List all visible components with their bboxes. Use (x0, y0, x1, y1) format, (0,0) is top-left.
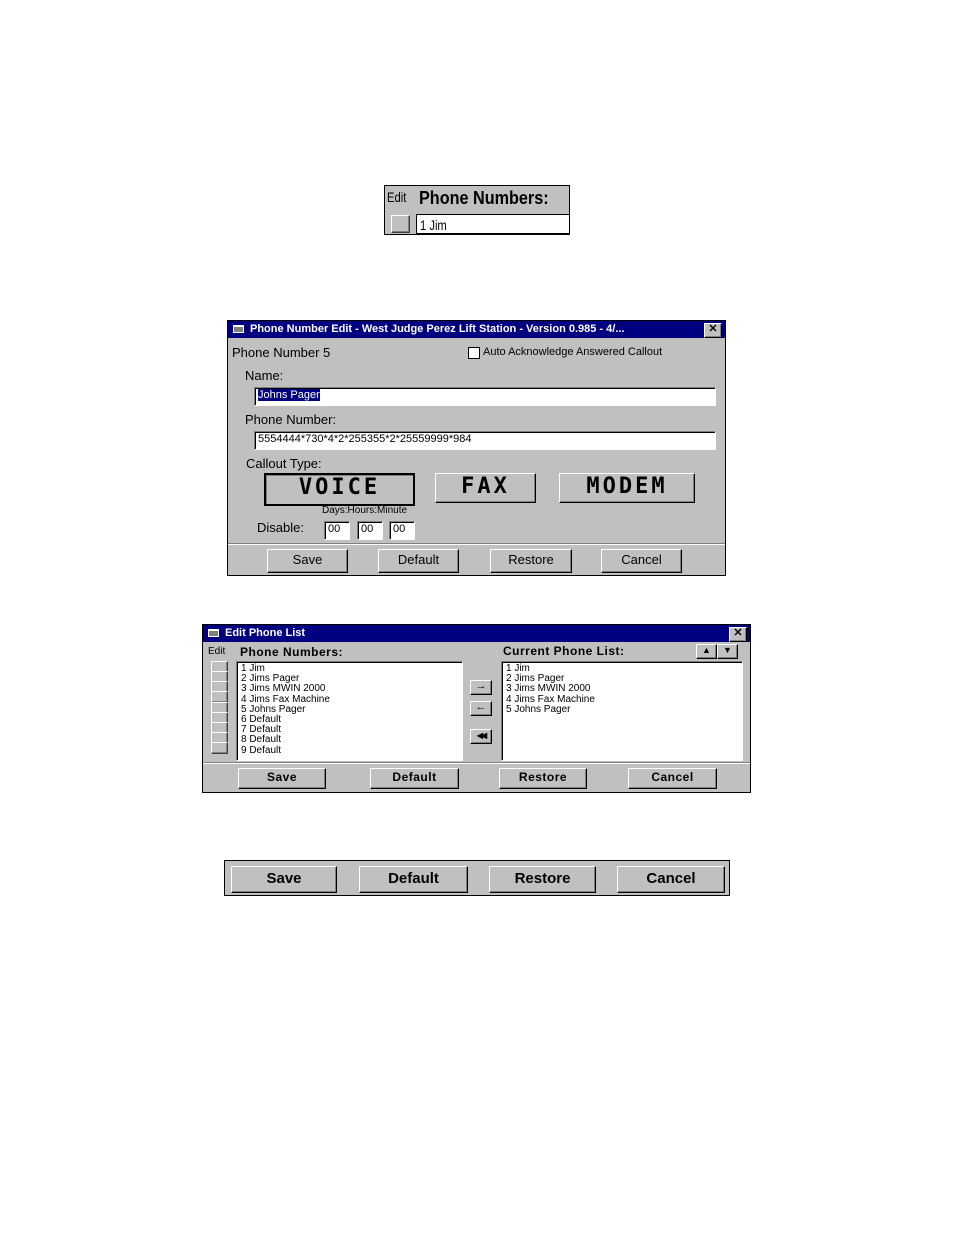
phone-edit-title: Phone Number Edit - West Judge Perez Lif… (250, 323, 625, 335)
save-button[interactable]: Save (231, 866, 337, 893)
phone-list-divider (203, 762, 750, 764)
auto-ack-label: Auto Acknowledge Answered Callout (483, 346, 663, 358)
phone-number-heading: Phone Number 5 (232, 345, 331, 360)
name-label: Name: (245, 368, 284, 383)
modem-callout-button[interactable]: MODEM (559, 473, 695, 503)
list-item[interactable]: 5 Johns Pager (506, 704, 742, 715)
cancel-button[interactable]: Cancel (628, 768, 717, 789)
minutes-field[interactable]: 00 (389, 521, 415, 540)
snippet-list-item-text: 1 Jim (420, 217, 447, 233)
default-button[interactable]: Default (359, 866, 468, 893)
hours-value: 00 (361, 523, 374, 535)
phone-list-titlebar: Edit Phone List (203, 625, 750, 642)
window-icon (208, 629, 219, 637)
phone-value: 5554444*730*4*2*255355*2*25559999*984 (258, 433, 472, 445)
list-item[interactable]: 9 Default (241, 745, 462, 756)
remove-arrow-icon[interactable]: ← (470, 701, 492, 716)
modem-callout-label: MODEM (586, 474, 668, 499)
close-icon[interactable]: ✕ (729, 627, 747, 642)
phone-numbers-list[interactable]: 1 Jim 2 Jims Pager 3 Jims MWIN 2000 4 Ji… (236, 661, 463, 761)
restore-button[interactable]: Restore (489, 866, 596, 893)
name-field[interactable]: Johns Pager (254, 387, 716, 406)
days-field[interactable]: 00 (324, 521, 350, 540)
phone-edit-divider (228, 543, 725, 545)
save-button[interactable]: Save (267, 549, 348, 573)
cancel-button[interactable]: Cancel (617, 866, 725, 893)
disable-label: Disable: (257, 520, 304, 535)
dhm-label: Days:Hours:Minute (322, 505, 408, 516)
window-icon (233, 325, 244, 333)
auto-ack-checkbox[interactable] (468, 347, 480, 359)
phone-numbers-label: Phone Numbers: (240, 645, 344, 659)
default-button[interactable]: Default (378, 549, 459, 573)
move-down-icon[interactable]: ▼ (717, 644, 738, 659)
name-value: Johns Pager (258, 389, 320, 401)
save-button[interactable]: Save (238, 768, 326, 789)
hours-field[interactable]: 00 (357, 521, 383, 540)
restore-button[interactable]: Restore (490, 549, 572, 573)
edit-row-button[interactable] (211, 742, 228, 754)
snippet-heading: Phone Numbers: (419, 188, 549, 208)
restore-button[interactable]: Restore (499, 768, 587, 789)
edit-phone-list-window: Edit Phone List ✕ Edit Phone Numbers: 1 … (202, 624, 751, 793)
callout-type-label: Callout Type: (246, 456, 322, 471)
phone-label: Phone Number: (245, 412, 337, 427)
voice-callout-label: VOICE (298, 475, 381, 500)
close-icon[interactable]: ✕ (704, 323, 722, 338)
phone-field[interactable]: 5554444*730*4*2*255355*2*25559999*984 (254, 431, 716, 450)
current-phone-list[interactable]: 1 Jim 2 Jims Pager 3 Jims MWIN 2000 4 Ji… (501, 661, 743, 761)
default-button[interactable]: Default (370, 768, 459, 789)
button-bar: Save Default Restore Cancel (224, 860, 730, 896)
snippet-list-item[interactable]: 1 Jim (416, 214, 570, 234)
remove-all-icon[interactable]: ◀◀ (470, 729, 492, 744)
minutes-value: 00 (393, 523, 406, 535)
days-value: 00 (328, 523, 341, 535)
phone-edit-titlebar: Phone Number Edit - West Judge Perez Lif… (228, 321, 725, 338)
add-arrow-icon[interactable]: → (470, 680, 492, 695)
voice-callout-button[interactable]: VOICE (264, 473, 415, 506)
edit-column-label: Edit (208, 646, 226, 657)
fax-callout-label: FAX (461, 474, 510, 499)
snippet-edit-button[interactable] (391, 215, 410, 233)
cancel-button[interactable]: Cancel (601, 549, 682, 573)
phone-list-title: Edit Phone List (225, 627, 306, 639)
phone-number-edit-window: Phone Number Edit - West Judge Perez Lif… (227, 320, 726, 576)
snippet-edit-label: Edit (387, 189, 407, 205)
move-up-icon[interactable]: ▲ (696, 644, 717, 659)
fax-callout-button[interactable]: FAX (435, 473, 536, 503)
current-list-label: Current Phone List: (503, 644, 625, 658)
phone-numbers-snippet: Edit Phone Numbers: 1 Jim (384, 185, 570, 235)
edit-button-column (211, 660, 228, 754)
